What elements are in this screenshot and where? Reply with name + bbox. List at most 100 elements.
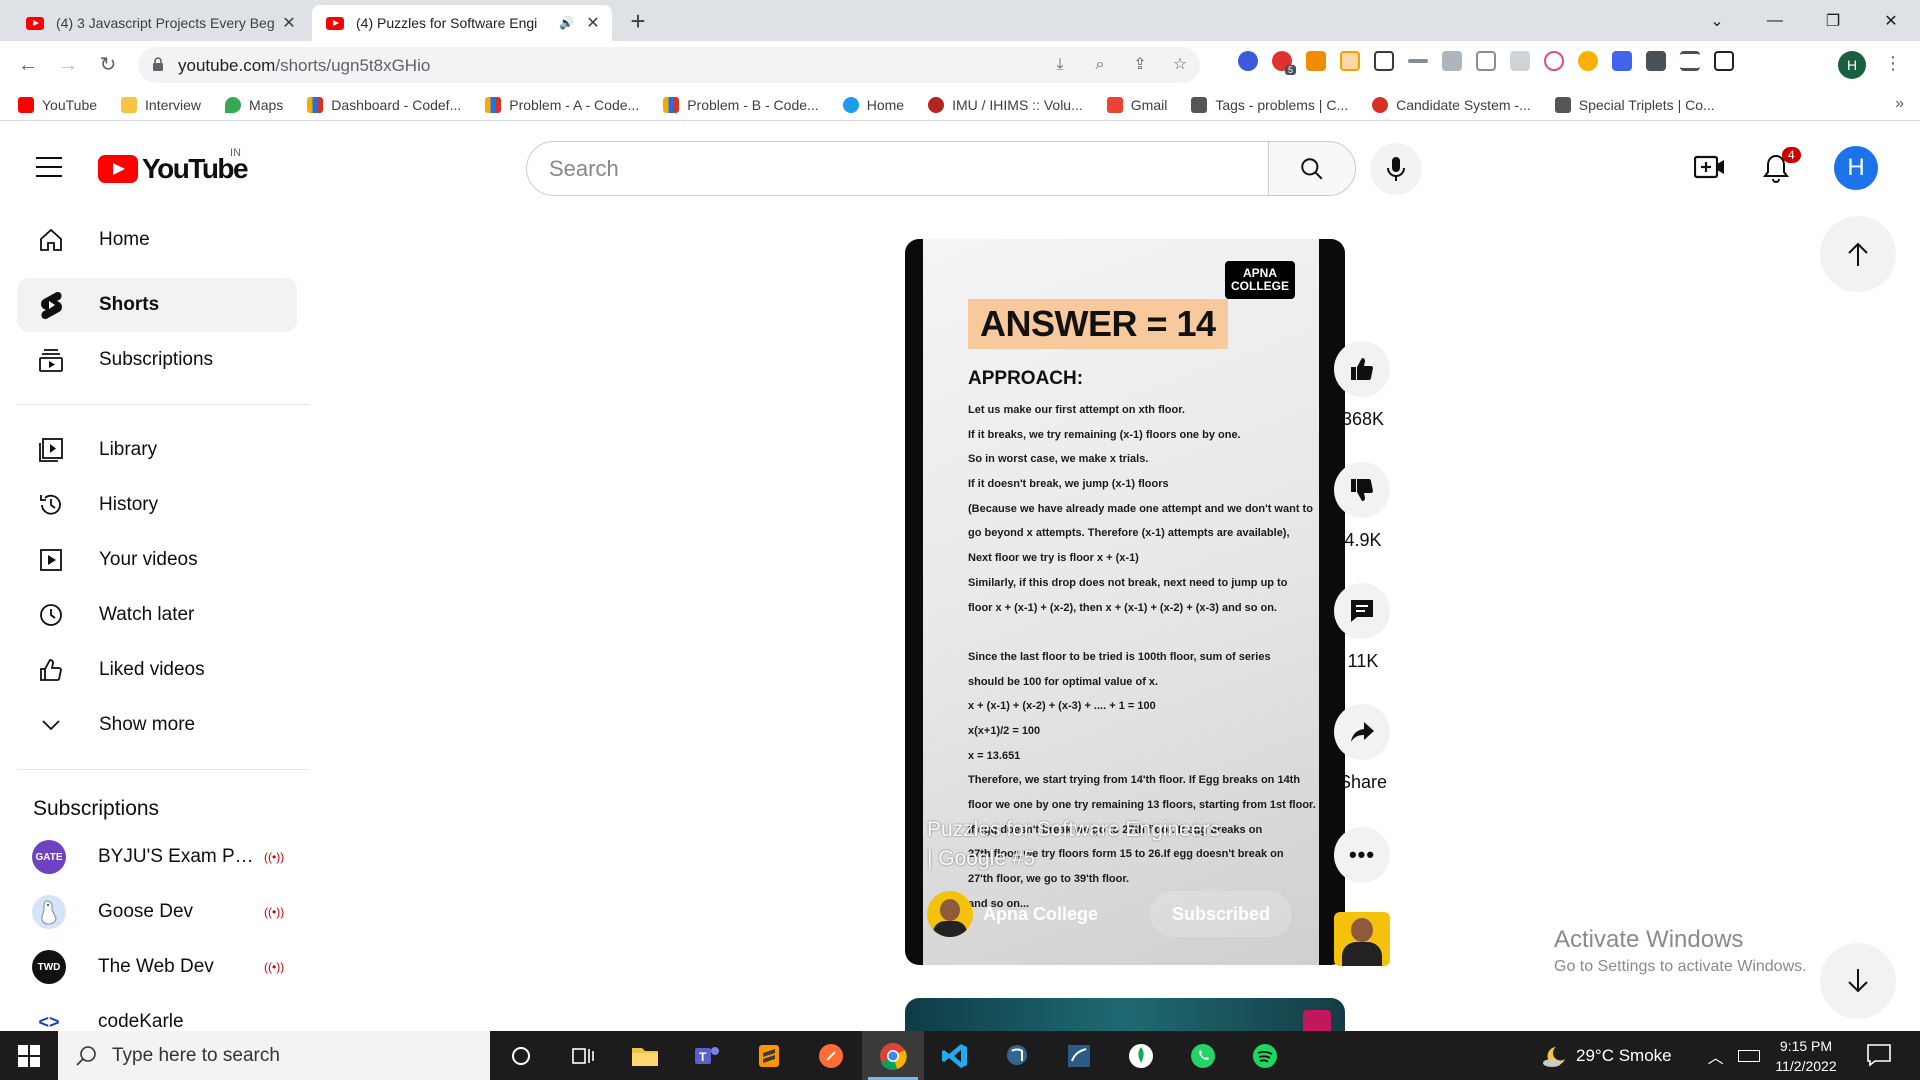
- account-avatar[interactable]: H: [1834, 146, 1878, 190]
- sidebar-item-shorts[interactable]: Shorts: [17, 278, 297, 332]
- bookmark-interview[interactable]: Interview: [121, 96, 201, 113]
- save-extension-icon[interactable]: [1612, 51, 1632, 71]
- bookmark-star-icon[interactable]: ☆: [1170, 55, 1190, 75]
- taskbar-clock[interactable]: 9:15 PM 11/2/2022: [1762, 1036, 1850, 1076]
- spotify-icon[interactable]: [1234, 1031, 1296, 1080]
- minimize-button[interactable]: —: [1746, 0, 1804, 41]
- close-tab-icon[interactable]: ✕: [280, 13, 298, 33]
- more-options-button[interactable]: •••: [1334, 827, 1390, 883]
- sidebar-item-watch-later[interactable]: Watch later: [17, 588, 297, 642]
- hamburger-menu-icon[interactable]: [36, 157, 62, 177]
- chevron-up-icon[interactable]: ︿: [1708, 1044, 1724, 1068]
- teams-icon[interactable]: T: [676, 1031, 738, 1080]
- camera-extension-icon[interactable]: [1442, 51, 1462, 71]
- dislike-action[interactable]: 4.9K: [1334, 462, 1392, 551]
- comments-action[interactable]: 11K: [1334, 583, 1392, 672]
- sublime-text-icon[interactable]: [738, 1031, 800, 1080]
- search-input[interactable]: Search: [526, 141, 1270, 196]
- subscription-goose-dev[interactable]: Goose Dev ((•)): [17, 885, 297, 939]
- postgresql-icon[interactable]: [986, 1031, 1048, 1080]
- subscription-the-web-dev[interactable]: TWD The Web Dev ((•)): [17, 940, 297, 994]
- previous-short-button[interactable]: [1820, 216, 1896, 292]
- tab-search-chevron-icon[interactable]: ⌄: [1688, 0, 1746, 41]
- channel-name[interactable]: Apna College: [983, 904, 1098, 925]
- create-video-button[interactable]: [1694, 155, 1726, 179]
- bookmark-tags-problems[interactable]: Tags - problems | C...: [1191, 96, 1348, 113]
- bookmark-dashboard[interactable]: Dashboard - Codef...: [307, 96, 461, 113]
- stats-extension-icon[interactable]: [1510, 51, 1530, 71]
- zoom-icon[interactable]: ⌕: [1090, 55, 1110, 75]
- short-video-player[interactable]: APNA COLLEGE ANSWER = 14 APPROACH: Let us…: [905, 239, 1345, 965]
- vscode-icon[interactable]: [924, 1031, 986, 1080]
- bookmark-problem-a[interactable]: Problem - A - Code...: [485, 96, 639, 113]
- subscription-codekarle[interactable]: <> codeKarle: [17, 995, 297, 1031]
- video-extension-icon[interactable]: [1544, 51, 1564, 71]
- postman-icon[interactable]: [800, 1031, 862, 1080]
- metamask-extension-icon[interactable]: [1306, 51, 1326, 71]
- cortana-icon[interactable]: [490, 1031, 552, 1080]
- address-bar[interactable]: youtube.com/shorts/ugn5t8xGHio ⤓ ⌕ ⇪ ☆: [138, 47, 1200, 83]
- notifications-button[interactable]: 4: [1762, 147, 1801, 183]
- restore-button[interactable]: ❐: [1804, 0, 1862, 41]
- bookmark-youtube[interactable]: YouTube: [18, 96, 97, 113]
- browser-profile-avatar[interactable]: H: [1838, 51, 1866, 79]
- extension-icon[interactable]: [1238, 51, 1258, 71]
- share-action[interactable]: Share: [1334, 704, 1392, 793]
- dislike-button[interactable]: [1334, 462, 1390, 518]
- extension-icon[interactable]: [1408, 59, 1428, 63]
- picture-in-picture-icon[interactable]: [1374, 51, 1394, 71]
- back-arrow-icon[interactable]: ←: [14, 51, 42, 79]
- bookmark-special-triplets[interactable]: Special Triplets | Co...: [1554, 96, 1715, 113]
- whatsapp-icon[interactable]: [1172, 1031, 1234, 1080]
- voice-search-button[interactable]: [1370, 143, 1422, 195]
- bookmark-home[interactable]: Home: [842, 96, 904, 113]
- bookmark-imu[interactable]: IMU / IHIMS :: Volu...: [928, 96, 1083, 113]
- share-button[interactable]: [1334, 704, 1390, 760]
- extension-icon[interactable]: [1578, 51, 1598, 71]
- bookmark-maps[interactable]: Maps: [225, 96, 283, 113]
- close-tab-icon[interactable]: ✕: [584, 13, 602, 33]
- weather-moon-icon[interactable]: [1540, 1044, 1568, 1068]
- audio-playing-icon[interactable]: 🔊: [559, 16, 574, 30]
- sidebar-item-show-more[interactable]: Show more: [17, 698, 297, 752]
- file-explorer-icon[interactable]: [614, 1031, 676, 1080]
- sidebar-item-liked-videos[interactable]: Liked videos: [17, 643, 297, 697]
- channel-avatar-thumbnail[interactable]: [1334, 912, 1390, 966]
- like-button[interactable]: [1334, 341, 1390, 397]
- share-page-icon[interactable]: ⇪: [1130, 55, 1150, 75]
- new-tab-button[interactable]: +: [624, 8, 652, 36]
- chrome-icon[interactable]: [862, 1031, 924, 1080]
- sidebar-item-history[interactable]: History: [17, 478, 297, 532]
- reload-icon[interactable]: ↻: [94, 51, 122, 79]
- more-actions[interactable]: •••: [1334, 827, 1392, 883]
- more-bookmarks-icon[interactable]: »: [1895, 95, 1904, 113]
- extension-icon[interactable]: [1340, 51, 1360, 71]
- extensions-puzzle-icon[interactable]: [1646, 51, 1666, 71]
- json-extension-icon[interactable]: [1476, 51, 1496, 71]
- search-button[interactable]: [1268, 141, 1356, 196]
- bookmark-candidate-system[interactable]: Candidate System -...: [1372, 96, 1531, 113]
- comments-button[interactable]: [1334, 583, 1390, 639]
- side-panel-icon[interactable]: [1714, 51, 1734, 71]
- sidebar-item-library[interactable]: Library: [17, 423, 297, 477]
- browser-tab[interactable]: (4) 3 Javascript Projects Every Beg ✕: [12, 5, 308, 41]
- bookmark-problem-b[interactable]: Problem - B - Code...: [663, 96, 819, 113]
- bookmark-gmail[interactable]: Gmail: [1106, 96, 1167, 113]
- battery-icon[interactable]: [1737, 1049, 1760, 1062]
- sidebar-item-home[interactable]: Home: [17, 213, 297, 267]
- channel-info[interactable]: Apna College: [927, 891, 1098, 937]
- next-short-button[interactable]: [1820, 943, 1896, 1019]
- browser-tab-active[interactable]: (4) Puzzles for Software Engi 🔊 ✕: [312, 5, 612, 41]
- like-action[interactable]: 368K: [1334, 341, 1392, 430]
- subscription-byjus[interactable]: GATE BYJU'S Exam Pre... ((•)): [17, 830, 297, 884]
- taskbar-search-input[interactable]: Type here to search: [58, 1031, 490, 1080]
- subscribed-button[interactable]: Subscribed: [1150, 891, 1292, 937]
- install-app-icon[interactable]: ⤓: [1050, 55, 1070, 75]
- youtube-logo[interactable]: YouTube IN: [98, 147, 249, 185]
- short-title[interactable]: Puzzles for Software Engineers | Google …: [927, 815, 1227, 873]
- mysql-workbench-icon[interactable]: [1048, 1031, 1110, 1080]
- sidebar-item-your-videos[interactable]: Your videos: [17, 533, 297, 587]
- weather-text[interactable]: 29°C Smoke: [1576, 1046, 1672, 1066]
- channel-avatar[interactable]: [927, 891, 973, 937]
- close-window-button[interactable]: ✕: [1862, 0, 1920, 41]
